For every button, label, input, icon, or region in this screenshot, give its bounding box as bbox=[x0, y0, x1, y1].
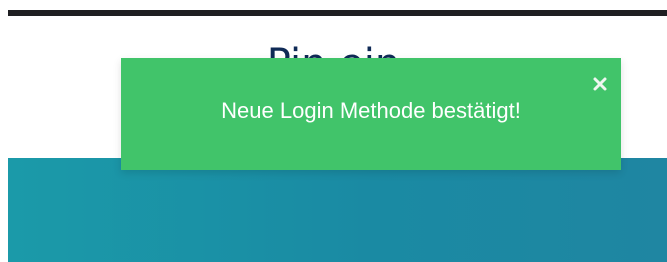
page: Pin ein Neue Login Methode bestätigt! bbox=[0, 0, 667, 262]
hero-banner bbox=[8, 158, 667, 262]
top-bar bbox=[8, 10, 667, 16]
close-icon[interactable] bbox=[591, 75, 609, 93]
success-toast: Neue Login Methode bestätigt! bbox=[121, 58, 621, 170]
toast-message: Neue Login Methode bestätigt! bbox=[221, 98, 521, 123]
